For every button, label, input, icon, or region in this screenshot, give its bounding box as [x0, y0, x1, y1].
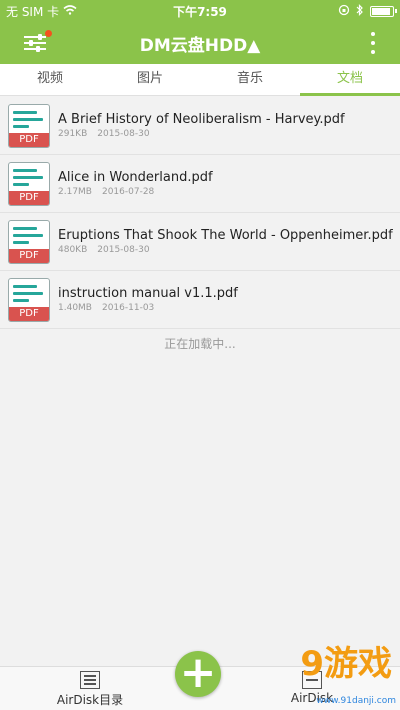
file-list: PDF A Brief History of Neoliberalism - H…: [0, 97, 400, 329]
file-date: 2015-08-30: [97, 129, 150, 139]
file-size: 291KB: [58, 129, 88, 139]
bluetooth-icon: [356, 3, 364, 19]
loading-indicator: 正在加载中...: [164, 337, 236, 351]
tab-documents[interactable]: 文档: [300, 64, 400, 96]
watermark-logo: 9游戏: [300, 644, 392, 684]
list-icon: [80, 671, 100, 689]
rotation-lock-icon: [338, 4, 350, 19]
watermark-url: www.91danji.com: [316, 696, 396, 706]
file-name: instruction manual v1.1.pdf: [58, 286, 238, 301]
file-name: Eruptions That Shook The World - Oppenhe…: [58, 228, 393, 243]
pdf-icon-label: PDF: [9, 248, 49, 263]
battery-icon: [370, 5, 397, 17]
pdf-file-icon: PDF: [8, 219, 50, 264]
wifi-icon: [63, 4, 77, 18]
airdisk-directory-button[interactable]: AirDisk目录: [50, 669, 130, 708]
category-tabs: 视频 图片 音乐 文档: [0, 64, 400, 96]
pdf-file-icon: PDF: [8, 103, 50, 148]
pdf-icon-label: PDF: [9, 132, 49, 147]
pdf-file-icon: PDF: [8, 277, 50, 322]
list-item[interactable]: PDF instruction manual v1.1.pdf 1.40MB 20…: [0, 271, 400, 329]
pdf-icon-label: PDF: [9, 190, 49, 205]
airdisk-directory-label: AirDisk目录: [56, 693, 124, 707]
page-title: DM云盘HDD▲: [139, 35, 261, 56]
add-button[interactable]: +: [175, 651, 221, 697]
file-size: 480KB: [58, 245, 88, 255]
file-date: 2015-08-30: [97, 245, 150, 255]
tab-videos[interactable]: 视频: [0, 64, 100, 95]
pdf-file-icon: PDF: [8, 161, 50, 206]
file-date: 2016-11-03: [101, 303, 155, 313]
tab-music[interactable]: 音乐: [200, 64, 300, 95]
carrier-label: 无 SIM 卡: [6, 4, 60, 19]
tab-images[interactable]: 图片: [100, 64, 200, 95]
file-date: 2016-07-28: [101, 187, 155, 197]
file-size: 2.17MB: [58, 187, 92, 197]
nav-bar: DM云盘HDD▲: [0, 22, 400, 64]
more-options-icon[interactable]: [366, 32, 380, 54]
status-bar: 无 SIM 卡 下午7:59: [0, 0, 400, 22]
file-size: 1.40MB: [58, 303, 92, 313]
file-name: A Brief History of Neoliberalism - Harve…: [58, 112, 345, 127]
site-watermark: 9游戏 www.91danji.com: [268, 630, 400, 710]
list-item[interactable]: PDF A Brief History of Neoliberalism - H…: [0, 97, 400, 155]
list-item[interactable]: PDF Alice in Wonderland.pdf 2.17MB 2016-0…: [0, 155, 400, 213]
file-name: Alice in Wonderland.pdf: [58, 170, 213, 185]
list-item[interactable]: PDF Eruptions That Shook The World - Opp…: [0, 213, 400, 271]
pdf-icon-label: PDF: [9, 306, 49, 321]
